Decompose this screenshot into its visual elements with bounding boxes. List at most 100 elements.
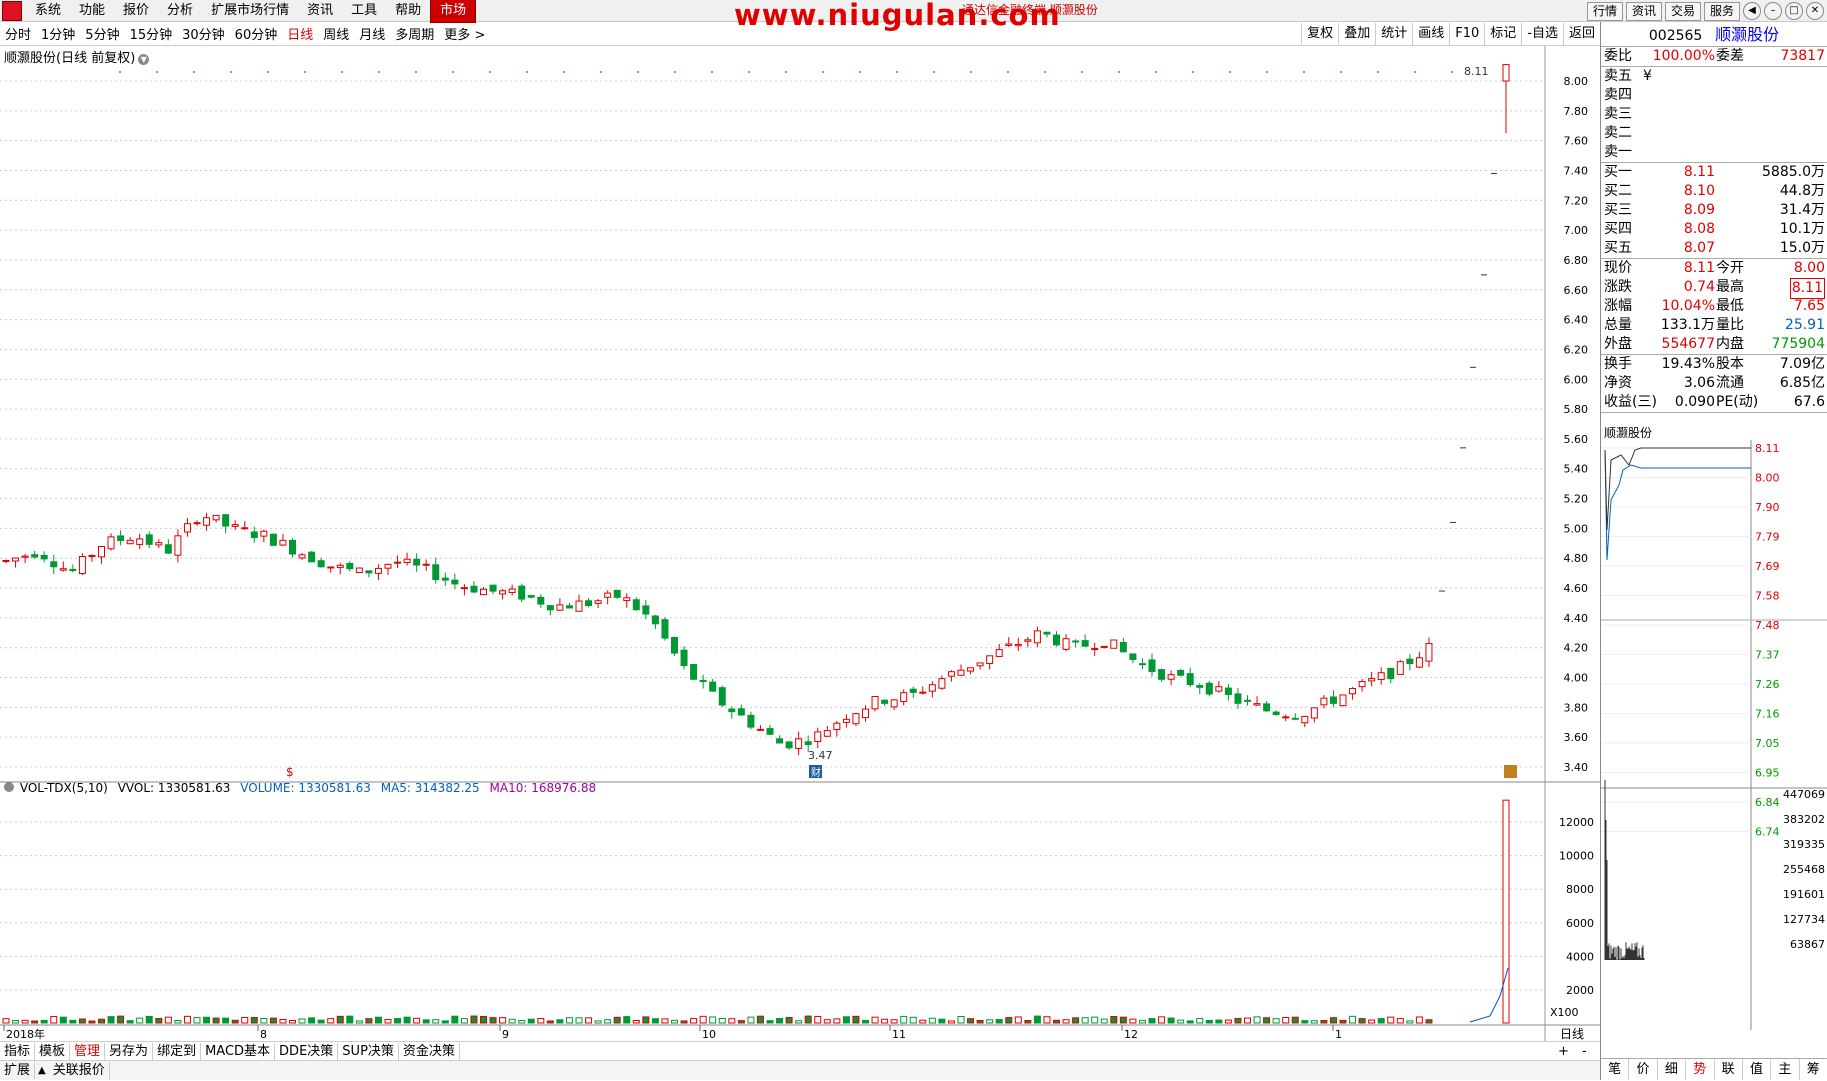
btn-market[interactable]: 行情: [1586, 1, 1623, 21]
mini-price-tick: 7.90: [1755, 501, 1780, 514]
tab-manage[interactable]: 管理: [70, 1042, 106, 1060]
period-1min[interactable]: 1分钟: [36, 24, 80, 43]
menu-function[interactable]: 功能: [70, 0, 114, 22]
period-fenshi[interactable]: 分时: [0, 24, 36, 43]
minimize-icon[interactable]: –: [1764, 2, 1782, 20]
menu-quote[interactable]: 报价: [114, 0, 158, 22]
period-more[interactable]: 更多 >: [439, 24, 490, 43]
menu-analysis[interactable]: 分析: [158, 0, 202, 22]
sel-jia[interactable]: 价: [1629, 1059, 1658, 1080]
stat-label: 量比: [1716, 317, 1744, 333]
period-monthly[interactable]: 月线: [354, 24, 390, 43]
buy4-row[interactable]: 买四 8.08 10.1万: [1601, 220, 1827, 239]
stat-label: 内盘: [1716, 336, 1744, 352]
mini-volume-tick: 63867: [1790, 938, 1825, 951]
buy3-row[interactable]: 买三 8.09 31.4万: [1601, 201, 1827, 220]
sel-lian[interactable]: 联: [1715, 1059, 1743, 1080]
tab-sup[interactable]: SUP决策: [338, 1042, 399, 1060]
sell2-row[interactable]: 卖二: [1601, 124, 1827, 143]
kline-chart[interactable]: 8.00 7.80 7.60 7.40 7.20 7.00 6.80 6.60 6.40 6.20…: [0, 46, 1600, 1041]
stock-code: 002565: [1648, 28, 1703, 44]
stat-value: 8.00: [1793, 260, 1825, 276]
sel-zhi[interactable]: 值: [1743, 1059, 1772, 1080]
stat-value: 133.1万: [1660, 317, 1715, 333]
tab-macd[interactable]: MACD基本: [201, 1042, 276, 1060]
menu-info[interactable]: 资讯: [298, 0, 342, 22]
period-5min[interactable]: 5分钟: [80, 24, 124, 43]
stat-value: 7.65: [1793, 298, 1825, 314]
price-tick-label: 7.40: [1564, 164, 1589, 177]
volume-indicator-icon[interactable]: [4, 782, 14, 792]
sell1-row[interactable]: 卖一: [1601, 143, 1827, 162]
add-button[interactable]: +: [1558, 1044, 1569, 1059]
period-label: 日线: [1560, 1027, 1584, 1041]
btn-service[interactable]: 服务: [1703, 1, 1740, 21]
sell3-row[interactable]: 卖三: [1601, 105, 1827, 124]
period-30min[interactable]: 30分钟: [177, 24, 230, 43]
period-60min[interactable]: 60分钟: [230, 24, 283, 43]
btn-info[interactable]: 资讯: [1625, 1, 1662, 21]
sel-bi[interactable]: 笔: [1601, 1059, 1630, 1080]
tab-saveas[interactable]: 另存为: [105, 1042, 154, 1060]
menu-market[interactable]: 市场: [430, 0, 477, 23]
price-tick-label: 4.00: [1564, 672, 1589, 685]
tab-extend[interactable]: 扩展: [0, 1062, 36, 1079]
stat-value: 6.85亿: [1779, 375, 1825, 391]
tool-mark[interactable]: 标记: [1484, 23, 1521, 45]
vol-name[interactable]: VOL-TDX(5,10): [20, 781, 108, 795]
buy5-row[interactable]: 买五 8.07 15.0万: [1601, 239, 1827, 258]
stat2-row-0: 换手 19.43% 股本 7.09亿: [1601, 355, 1827, 374]
period-more-label: 更多: [444, 28, 471, 43]
sell5-row[interactable]: 卖五 ¥: [1601, 67, 1827, 86]
chevron-up-icon[interactable]: ▲: [38, 1065, 46, 1076]
remove-button[interactable]: -: [1582, 1044, 1587, 1059]
period-multi[interactable]: 多周期: [390, 24, 439, 43]
volume-tick-label: 4000: [1566, 950, 1594, 963]
dividend-marker-icon: $: [286, 765, 294, 779]
menu-tools[interactable]: 工具: [342, 0, 386, 22]
tool-back[interactable]: 返回: [1562, 23, 1600, 45]
stock-name[interactable]: 顺灏股份: [1715, 25, 1779, 44]
tool-fuquan[interactable]: 复权: [1301, 23, 1338, 45]
tool-f10[interactable]: F10: [1449, 23, 1484, 45]
sel-xi[interactable]: 细: [1658, 1059, 1687, 1080]
tool-draw[interactable]: 画线: [1412, 23, 1449, 45]
price-tick-label: 4.40: [1564, 612, 1589, 625]
buy1-row[interactable]: 买一 8.11 5885.0万: [1601, 163, 1827, 182]
sel-shi[interactable]: 势: [1686, 1059, 1715, 1080]
maximize-icon[interactable]: □: [1785, 2, 1803, 20]
menu-help[interactable]: 帮助: [386, 0, 430, 22]
period-15min[interactable]: 15分钟: [125, 24, 178, 43]
event-marker-icon[interactable]: [1504, 765, 1517, 778]
weibi-label: 委比: [1604, 48, 1632, 64]
btn-trade[interactable]: 交易: [1664, 1, 1701, 21]
tab-dde[interactable]: DDE决策: [275, 1042, 339, 1060]
menu-system[interactable]: 系统: [26, 0, 70, 22]
sell4-row[interactable]: 卖四: [1601, 86, 1827, 105]
mini-price-tick: 7.16: [1755, 708, 1780, 721]
stat-label: 股本: [1716, 356, 1744, 372]
tab-bind[interactable]: 绑定到: [153, 1042, 202, 1060]
intraday-mini-chart[interactable]: 8.11 8.00 7.90 7.79 7.69 7.58 7.48 7.37 7.26 7.16…: [1601, 440, 1827, 1055]
tab-fund[interactable]: 资金决策: [399, 1042, 460, 1060]
buy5-label: 买五: [1604, 240, 1632, 256]
tool-watchlist[interactable]: -自选: [1521, 23, 1563, 45]
price-tick-label: 5.20: [1564, 493, 1589, 506]
sel-zhu[interactable]: 主: [1771, 1059, 1800, 1080]
mini-price-tick: 7.37: [1755, 649, 1780, 662]
menu-ext-market[interactable]: 扩展市场行情: [202, 0, 298, 22]
stat-value: 554677: [1661, 336, 1715, 352]
sel-chou[interactable]: 筹: [1800, 1059, 1827, 1080]
tab-related-quote[interactable]: 关联报价: [49, 1062, 110, 1079]
tab-template[interactable]: 模板: [35, 1042, 71, 1060]
tab-indicator[interactable]: 指标: [0, 1042, 36, 1060]
tool-overlay[interactable]: 叠加: [1338, 23, 1375, 45]
period-daily[interactable]: 日线: [282, 24, 318, 43]
close-icon[interactable]: ✕: [1806, 2, 1824, 20]
period-weekly[interactable]: 周线: [318, 24, 354, 43]
price-tick-label: 4.20: [1564, 642, 1589, 655]
ext-tabs: 扩展 ▲ 关联报价: [0, 1060, 1600, 1080]
back-icon[interactable]: ◀: [1743, 2, 1761, 20]
buy2-row[interactable]: 买二 8.10 44.8万: [1601, 182, 1827, 201]
tool-stats[interactable]: 统计: [1375, 23, 1412, 45]
